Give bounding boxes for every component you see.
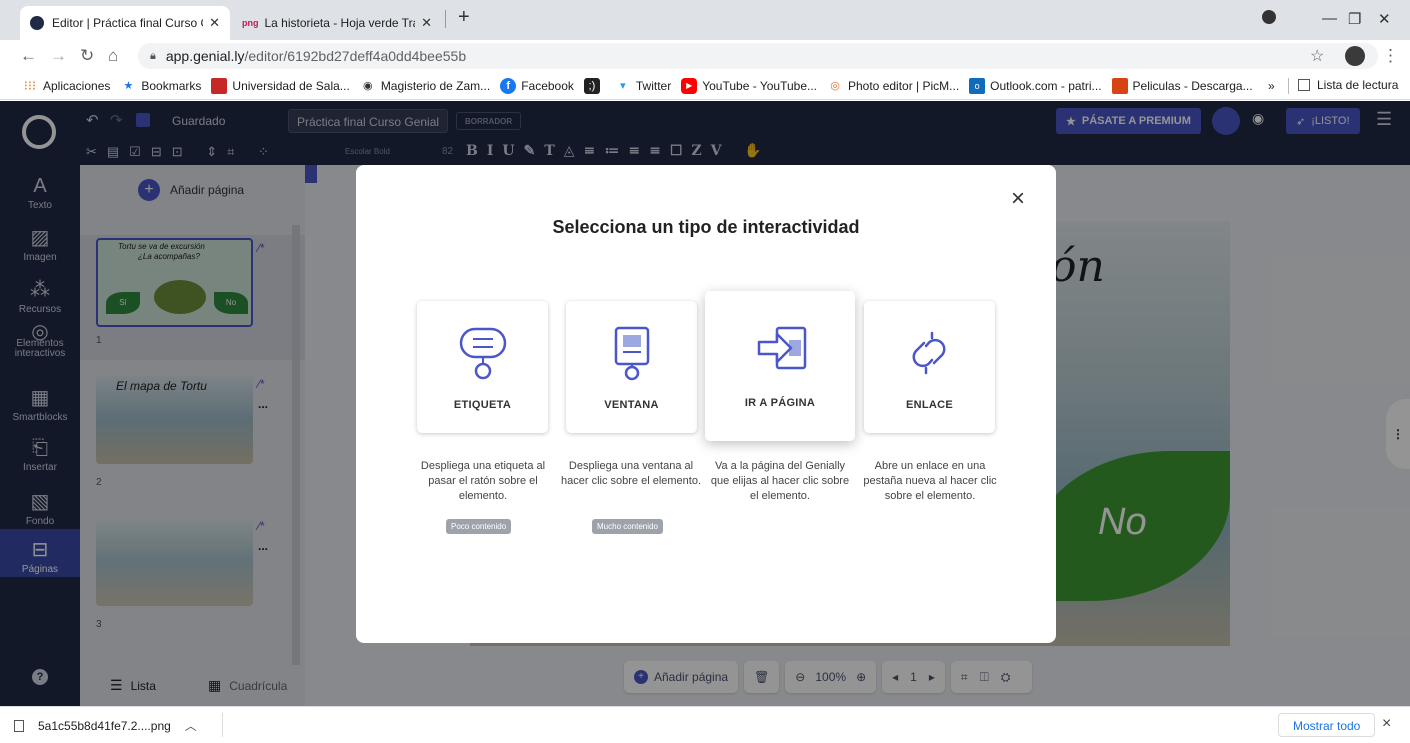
png-favicon: png bbox=[242, 18, 259, 28]
bookmark-label: Peliculas - Descarga... bbox=[1132, 78, 1253, 93]
option-label: ETIQUETA bbox=[453, 399, 512, 411]
tab-title: Editor | Práctica final Curso Genia bbox=[52, 16, 203, 30]
close-icon[interactable]: × bbox=[1011, 185, 1025, 213]
option-etiqueta-card[interactable]: ETIQUETA bbox=[417, 301, 548, 433]
reading-list-label: Lista de lectura bbox=[1317, 78, 1399, 92]
more-bookmarks-button[interactable]: » bbox=[1268, 79, 1275, 93]
window-icon bbox=[614, 326, 650, 381]
film-icon bbox=[1111, 77, 1128, 94]
bookmark-label: YouTube - YouTube... bbox=[702, 78, 817, 93]
menu-kebab-icon[interactable]: ⋮ bbox=[1382, 46, 1399, 66]
reading-list-button[interactable]: Lista de lectura bbox=[1298, 78, 1398, 92]
new-tab-button[interactable]: + bbox=[458, 6, 470, 29]
tab-editor[interactable]: Editor | Práctica final Curso Genia ✕ bbox=[20, 6, 230, 40]
bookmark-magisterio[interactable]: ◉ Magisterio de Zam... bbox=[360, 78, 490, 94]
bookmark-label: Outlook.com - patri... bbox=[990, 78, 1102, 93]
bookmark-label: Magisterio de Zam... bbox=[380, 78, 491, 93]
bookmark-label: Universidad de Sala... bbox=[232, 78, 350, 93]
option-enlace-card[interactable]: ENLACE bbox=[864, 301, 995, 433]
reload-icon[interactable]: ↻ bbox=[80, 46, 94, 66]
option-label: VENTANA bbox=[604, 399, 659, 411]
close-window-icon[interactable]: ✕ bbox=[1378, 10, 1391, 28]
link-icon bbox=[912, 331, 946, 375]
option-ventana-card[interactable]: VENTANA bbox=[566, 301, 697, 433]
navigation-bar: ← → ↻ ⌂ 🔒︎ app.genial.ly /editor/6192bd2… bbox=[0, 40, 1410, 72]
bookmark-youtube[interactable]: ▶ YouTube - YouTube... bbox=[681, 77, 817, 94]
chevron-up-icon[interactable]: ︿ bbox=[185, 717, 197, 734]
tab-title: La historieta - Hoja verde Transpa bbox=[264, 16, 416, 30]
option-description: Va a la página del Genially que elijas a… bbox=[710, 460, 850, 502]
option-label: ENLACE bbox=[905, 399, 954, 411]
tab-divider bbox=[445, 10, 446, 28]
outlook-icon: o bbox=[969, 77, 986, 94]
interactivity-type-dialog: Selecciona un tipo de interactividad × E… bbox=[356, 165, 1056, 643]
youtube-icon: ▶ bbox=[681, 77, 698, 94]
home-icon[interactable]: ⌂ bbox=[108, 46, 118, 66]
reading-list-icon bbox=[1298, 79, 1310, 91]
download-filename: 5a1c55b8d41fe7.2....png bbox=[38, 718, 171, 733]
bookmarks-bar: ⁝⁝⁝ Aplicaciones ★ Bookmarks Universidad… bbox=[0, 72, 1410, 100]
bookmark-picmonkey[interactable]: ◎ Photo editor | PicM... bbox=[827, 78, 959, 94]
go-to-page-icon bbox=[757, 326, 807, 370]
option-description: Despliega una ventana al hacer clic sobr… bbox=[561, 460, 702, 487]
back-icon[interactable]: ← bbox=[20, 46, 37, 66]
dialog-title: Selecciona un tipo de interactividad bbox=[552, 217, 860, 237]
bookmark-facebook[interactable]: f Facebook bbox=[500, 77, 574, 94]
browser-tab-strip: Editor | Práctica final Curso Genia ✕ pn… bbox=[0, 0, 1410, 40]
option-label: IR A PÁGINA bbox=[744, 397, 816, 409]
bookmark-twitter[interactable]: ▾ Twitter bbox=[615, 78, 671, 94]
content-tag: Mucho contenido bbox=[592, 519, 663, 534]
bookmark-label: Aplicaciones bbox=[43, 78, 111, 93]
close-tab-icon[interactable]: ✕ bbox=[209, 15, 220, 31]
bookmark-apps[interactable]: ⁝⁝⁝ Aplicaciones bbox=[22, 77, 111, 94]
bookmark-label: Facebook bbox=[521, 78, 574, 93]
download-item[interactable]: 5a1c55b8d41fe7.2....png ︿ bbox=[14, 717, 197, 734]
bookmark-label: Bookmarks bbox=[141, 78, 202, 93]
show-all-button[interactable]: Mostrar todo bbox=[1278, 713, 1376, 737]
option-ir-a-pagina-card[interactable]: IR A PÁGINA bbox=[705, 291, 855, 441]
facebook-icon: f bbox=[500, 77, 517, 94]
file-icon bbox=[14, 719, 24, 732]
twitter-icon: ▾ bbox=[620, 80, 626, 92]
divider bbox=[1288, 78, 1289, 94]
genially-favicon-icon bbox=[30, 16, 44, 30]
close-downloads-icon[interactable]: × bbox=[1382, 715, 1391, 733]
university-icon bbox=[211, 77, 228, 94]
apps-grid-icon: ⁝⁝⁝ bbox=[23, 77, 37, 93]
option-description: Abre un enlace en una pestaña nueva al h… bbox=[863, 460, 997, 502]
minimize-icon[interactable]: — bbox=[1322, 10, 1337, 27]
maximize-icon[interactable]: ❐ bbox=[1348, 10, 1361, 28]
bookmark-peliculas[interactable]: Peliculas - Descarga... bbox=[1111, 77, 1253, 94]
bookmark-outlook[interactable]: o Outlook.com - patri... bbox=[969, 77, 1102, 94]
url-path: /editor/6192bd27deff4a0dd4bee55b bbox=[244, 48, 467, 64]
bookmark-universidad[interactable]: Universidad de Sala... bbox=[211, 77, 350, 94]
bookmark-label: Twitter bbox=[635, 78, 672, 93]
downloads-bar: 5a1c55b8d41fe7.2....png ︿ Mostrar todo × bbox=[0, 706, 1410, 743]
bracket-icon: ;) bbox=[583, 77, 600, 94]
content-tag: Poco contenido bbox=[446, 519, 512, 534]
option-description: Despliega una etiqueta al pasar el ratón… bbox=[420, 460, 546, 502]
bookmark-star-icon[interactable]: ☆ bbox=[1310, 46, 1324, 66]
url-host: app.genial.ly bbox=[165, 48, 245, 64]
avatar[interactable] bbox=[1345, 46, 1365, 66]
forward-icon[interactable]: → bbox=[50, 46, 67, 66]
globe-icon: ◉ bbox=[363, 80, 373, 92]
tab-historieta[interactable]: png La historieta - Hoja verde Transpa ✕ bbox=[232, 6, 442, 40]
profile-indicator-icon[interactable] bbox=[1262, 10, 1276, 24]
address-bar[interactable]: 🔒︎ app.genial.ly /editor/6192bd27deff4a0… bbox=[138, 43, 1378, 69]
star-icon: ★ bbox=[123, 80, 134, 92]
divider bbox=[222, 713, 223, 737]
bookmark-bracket[interactable]: ;) bbox=[583, 77, 605, 94]
picmonkey-icon: ◎ bbox=[830, 80, 840, 92]
lock-icon: 🔒︎ bbox=[150, 49, 156, 62]
close-tab-icon[interactable]: ✕ bbox=[421, 15, 432, 31]
bookmark-bookmarks[interactable]: ★ Bookmarks bbox=[120, 78, 201, 94]
label-tooltip-icon bbox=[459, 327, 507, 380]
bookmark-label: Photo editor | PicM... bbox=[848, 78, 960, 93]
